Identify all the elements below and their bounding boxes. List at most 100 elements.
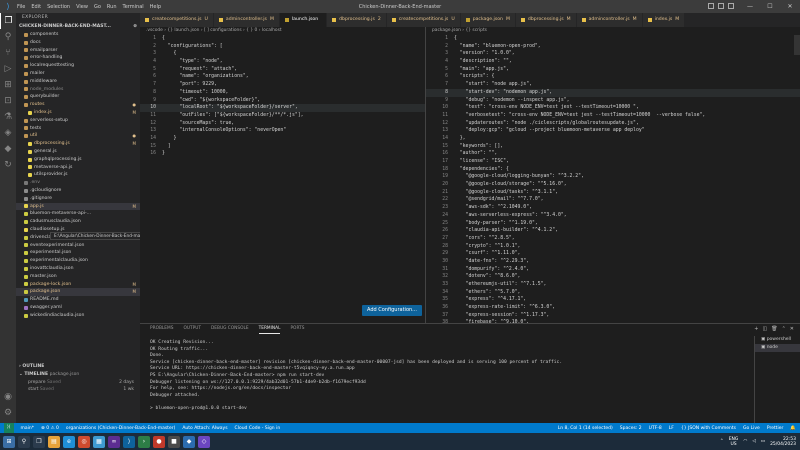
- code-line[interactable]: 7 "start": "node app.js",: [426, 81, 800, 89]
- tree-item[interactable]: eventexperimental.json: [16, 242, 140, 250]
- tree-item[interactable]: wickedindiaclaudia.json: [16, 312, 140, 320]
- terminal-output[interactable]: OK Creating Revision... OK Routing traffi…: [150, 340, 740, 413]
- code-line[interactable]: 11 "outFiles": ["${workspaceFolder}/**/*…: [140, 112, 425, 120]
- close-icon[interactable]: ✕: [780, 0, 800, 13]
- panel-tab-debug-console[interactable]: DEBUG CONSOLE: [211, 324, 249, 334]
- editor-tab[interactable]: admincontroller.js M: [576, 13, 643, 27]
- taskbar-clock[interactable]: 22:53 25/04/2023: [770, 437, 796, 447]
- code-line[interactable]: 21 "@google-cloud/tasks": "^3.1.1",: [426, 189, 800, 197]
- code-line[interactable]: 9 "debug": "nodemon --inspect app.js",: [426, 97, 800, 105]
- editor-tab[interactable]: createcompetitions.js U: [386, 13, 461, 27]
- eol-status[interactable]: LF: [669, 426, 674, 431]
- cursor-position-status[interactable]: Ln 8, Col 1 (14 selected): [558, 426, 613, 431]
- new-file-icon[interactable]: ⊕: [133, 23, 137, 31]
- tree-item[interactable]: localrequesttesting: [16, 62, 140, 70]
- explorer-icon[interactable]: ❐: [0, 13, 16, 29]
- code-line[interactable]: 2 "name": "bluemon-open-prod",: [426, 43, 800, 51]
- tree-item[interactable]: inovattclaudia.json: [16, 265, 140, 273]
- editor-tab[interactable]: package.json M: [460, 13, 516, 27]
- tray-chevron-icon[interactable]: ⌃: [720, 439, 724, 444]
- settings-gear-icon[interactable]: ⚙: [0, 405, 16, 421]
- outline-section[interactable]: › OUTLINE: [16, 363, 140, 371]
- code-line[interactable]: 31 "dompurify": "^2.4.0",: [426, 266, 800, 274]
- code-line[interactable]: 24 "aws-serverless-express": "^3.4.0",: [426, 212, 800, 220]
- panel-tab-problems[interactable]: PROBLEMS: [150, 324, 173, 334]
- code-line[interactable]: 25 "body-parser": "^1.19.0",: [426, 220, 800, 228]
- tree-item[interactable]: master.json: [16, 273, 140, 281]
- code-line[interactable]: 6 "name": "organizations",: [140, 73, 425, 81]
- cloud-code-status[interactable]: Cloud Code - Sign in: [235, 426, 281, 431]
- tree-item[interactable]: swagger.yaml: [16, 304, 140, 312]
- menu-edit[interactable]: Edit: [31, 4, 41, 10]
- toggle-panel-icon[interactable]: [718, 3, 724, 9]
- timeline-section[interactable]: ⌄ TIMELINE package.json: [16, 371, 140, 379]
- go-live-status[interactable]: Go Live: [743, 426, 760, 431]
- tree-item[interactable]: README.md: [16, 296, 140, 304]
- tree-item[interactable]: app.js M: [16, 202, 140, 211]
- tree-item[interactable]: node_modules: [16, 86, 140, 94]
- tree-item[interactable]: index.js M: [16, 109, 140, 117]
- tree-item[interactable]: .env: [16, 179, 140, 187]
- code-line[interactable]: 27 "cors": "^2.8.5",: [426, 235, 800, 243]
- taskbar-search-icon[interactable]: ⚲: [18, 435, 30, 448]
- docker-icon[interactable]: ◈: [0, 125, 16, 141]
- code-line[interactable]: 1{: [426, 35, 800, 43]
- tree-item[interactable]: components: [16, 31, 140, 39]
- tree-item[interactable]: emailparser: [16, 47, 140, 55]
- editor-tab[interactable]: admincontroller.js M: [213, 13, 280, 27]
- code-line[interactable]: 23 "aws-sdk": "^2.1049.0",: [426, 204, 800, 212]
- code-line[interactable]: 16 "author": "",: [426, 150, 800, 158]
- prettier-status[interactable]: Prettier: [767, 426, 784, 431]
- tree-item[interactable]: tests: [16, 125, 140, 133]
- tree-item[interactable]: utilsprovider.js: [16, 171, 140, 179]
- live-share-icon[interactable]: ↻: [0, 157, 16, 173]
- visual-studio-icon[interactable]: ∞: [108, 435, 120, 448]
- code-line[interactable]: 33 "ethereumjs-util": "^7.1.5",: [426, 281, 800, 289]
- code-line[interactable]: 22 "@sendgrid/mail": "^7.7.0",: [426, 196, 800, 204]
- chrome-browser-icon[interactable]: ◎: [78, 435, 90, 448]
- breadcrumb[interactable]: package.json › {} scripts: [426, 27, 800, 35]
- tree-item[interactable]: util ●: [16, 132, 140, 140]
- run-debug-icon[interactable]: ▷: [0, 61, 16, 77]
- tree-item[interactable]: metaverse-api.js: [16, 164, 140, 172]
- auto-attach-status[interactable]: Auto Attach: Always: [182, 426, 227, 431]
- app-purple-icon[interactable]: ◇: [198, 435, 210, 448]
- editor-tab[interactable]: dbprocessing.js 2: [327, 13, 387, 27]
- terminal-taskbar-icon[interactable]: ›: [138, 435, 150, 448]
- language-indicator[interactable]: ENG US: [729, 437, 739, 447]
- tree-item[interactable]: graphqlprocessing.js: [16, 156, 140, 164]
- launch-json-editor[interactable]: .vscode › {} launch.json › [ ] configura…: [140, 27, 425, 323]
- code-line[interactable]: 18 "dependencies": {: [426, 166, 800, 174]
- code-line[interactable]: 32 "dotenv": "^8.6.0",: [426, 273, 800, 281]
- code-line[interactable]: 36 "express-rate-limit": "^6.3.0",: [426, 304, 800, 312]
- code-area[interactable]: 1{2 "configurations": [3 {4 "type": "nod…: [140, 35, 425, 158]
- tree-item[interactable]: experimental.json: [16, 249, 140, 257]
- code-line[interactable]: 13 "internalConsoleOptions": "neverOpen": [140, 127, 425, 135]
- encoding-status[interactable]: UTF-8: [649, 426, 662, 431]
- testing-icon[interactable]: ⚗: [0, 109, 16, 125]
- wifi-icon[interactable]: ◠: [743, 439, 747, 444]
- breadcrumb[interactable]: .vscode › {} launch.json › [ ] configura…: [140, 27, 425, 35]
- menu-go[interactable]: Go: [94, 4, 101, 10]
- tree-item[interactable]: experimentalclaudia.json: [16, 257, 140, 265]
- editor-tab[interactable]: dbprocessing.js M: [515, 13, 577, 27]
- tree-item[interactable]: package.json M: [16, 288, 140, 297]
- remote-explorer-icon[interactable]: ⊡: [0, 93, 16, 109]
- menu-run[interactable]: Run: [107, 4, 117, 10]
- notifications-bell-icon[interactable]: 🔔: [790, 426, 796, 431]
- tree-item[interactable]: querybuilder: [16, 93, 140, 101]
- extensions-icon[interactable]: ⊞: [0, 77, 16, 93]
- tree-item[interactable]: dbprocessing.js M: [16, 140, 140, 148]
- code-line[interactable]: 17 "license": "ISC",: [426, 158, 800, 166]
- app-red-icon[interactable]: ●: [153, 435, 165, 448]
- code-line[interactable]: 5 "request": "attach",: [140, 66, 425, 74]
- remote-indicator-icon[interactable]: ⟩⟨: [4, 423, 14, 433]
- code-line[interactable]: 19 "@google-cloud/logging-bunyan": "^3.2…: [426, 173, 800, 181]
- menu-help[interactable]: Help: [150, 4, 161, 10]
- project-root[interactable]: CHICKEN-DINNER-BACK-END-MAST... ⊕: [16, 23, 140, 31]
- tree-item[interactable]: package-lock.json M: [16, 281, 140, 289]
- code-line[interactable]: 15 "keywords": [],: [426, 143, 800, 151]
- minimize-icon[interactable]: —: [740, 0, 760, 13]
- app-blue-icon[interactable]: ◆: [183, 435, 195, 448]
- code-line[interactable]: 8 "timeout": 10000,: [140, 89, 425, 97]
